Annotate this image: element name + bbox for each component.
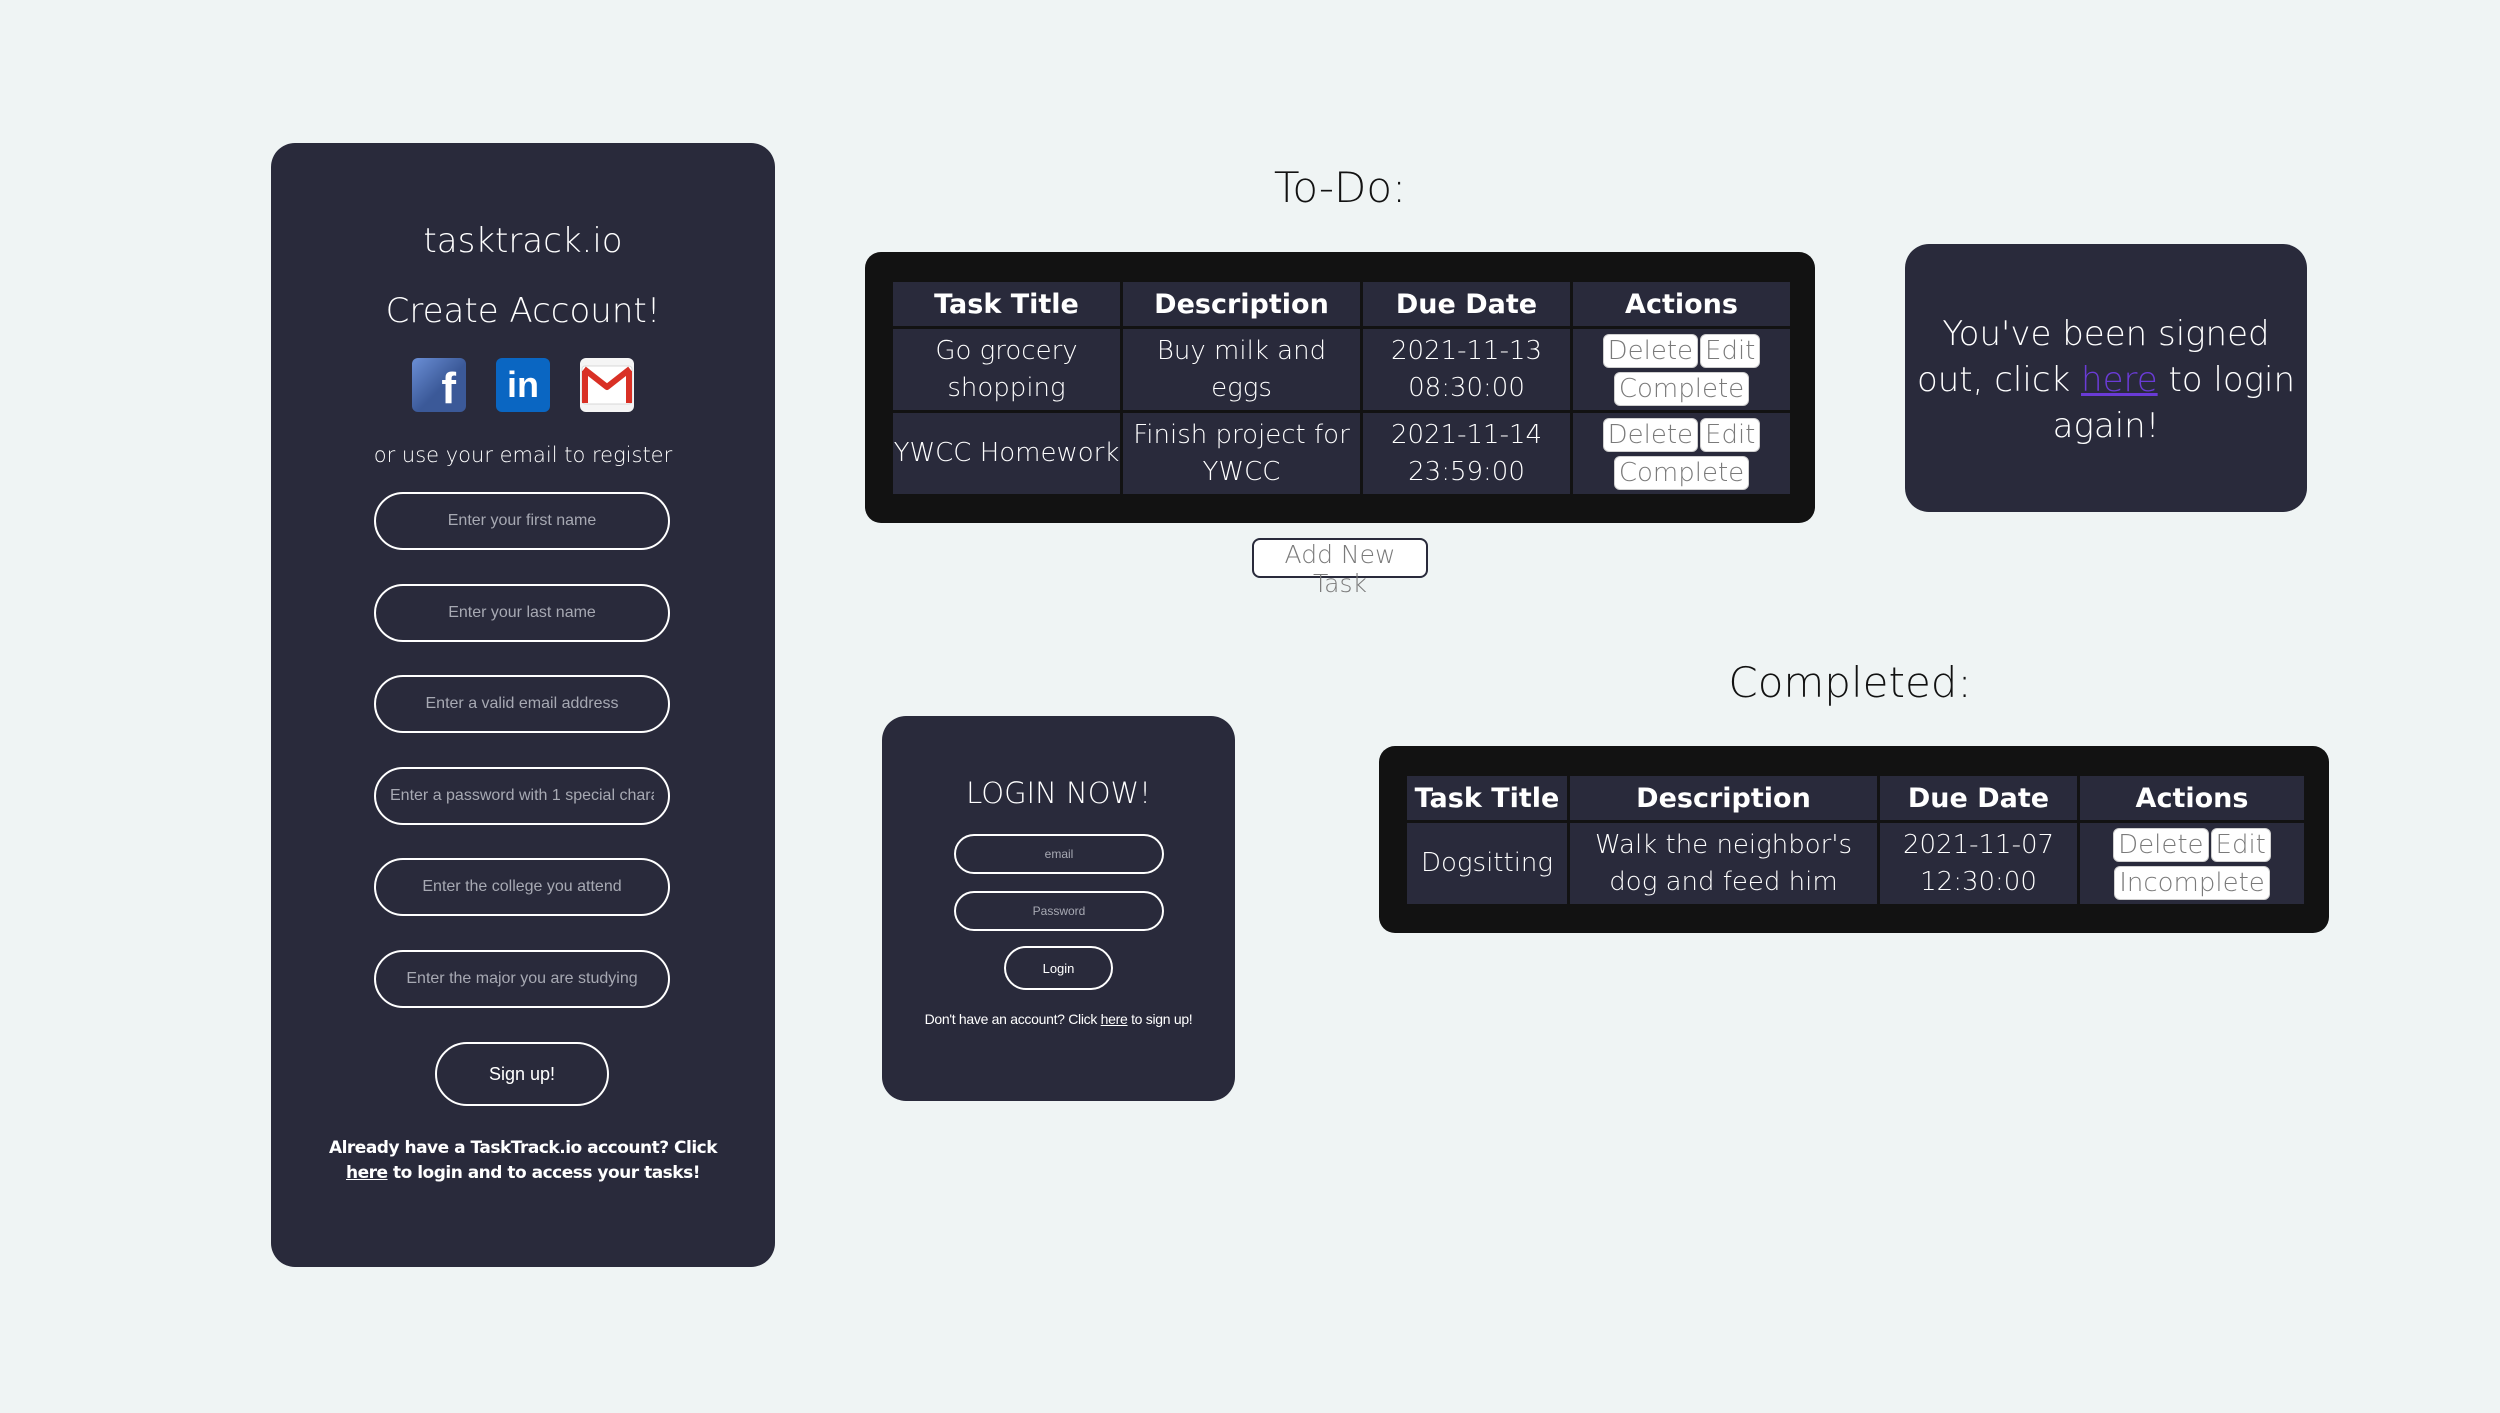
college-input[interactable] [374,858,670,916]
delete-button[interactable]: Delete [1602,417,1699,452]
task-description-cell: Buy milk and eggs [1120,326,1363,413]
due-time: 12:30:00 [1920,866,2037,897]
table-row: Dogsitting Walk the neighbor's dog and f… [1404,820,2307,907]
due-date: 2021-11-07 [1902,829,2055,860]
signed-out-card: You've been signed out, click here to lo… [1905,244,2307,512]
brand-title: tasktrack.io [423,221,623,261]
column-header: Task Title [890,279,1123,329]
already-prefix: Already have a TaskTrack.io account? Cli… [328,1138,718,1158]
task-due-date-cell: 2021-11-14 23:59:00 [1360,410,1573,497]
completed-header-row: Task Title Description Due Date Actions [1404,773,2307,823]
last-name-input[interactable] [374,584,670,642]
task-title-cell: Dogsitting [1404,820,1570,907]
linkedin-icon[interactable]: in [496,358,550,412]
column-header: Description [1120,279,1363,329]
column-header: Due Date [1360,279,1573,329]
column-header: Description [1567,773,1880,823]
edit-button[interactable]: Edit [1700,417,1761,452]
social-login-row: f in [271,358,775,413]
already-have-account-text: Already have a TaskTrack.io account? Cli… [311,1136,735,1186]
email-input[interactable] [374,675,670,733]
login-link[interactable]: here [346,1163,388,1183]
signup-card: tasktrack.io Create Account! f in or use… [271,143,775,1267]
major-input[interactable] [374,950,670,1008]
task-actions-cell: Delete Edit Incomplete [2077,820,2307,907]
edit-button[interactable]: Edit [2210,827,2271,862]
signed-out-message: You've been signed out, click here to lo… [1915,311,2297,449]
task-actions-cell: Delete Edit Complete [1570,410,1793,497]
facebook-icon[interactable]: f [412,358,466,413]
signup-prompt-prefix: Don't have an account? Click [924,1011,1101,1027]
sign-up-button[interactable]: Sign up! [435,1042,609,1106]
signup-prompt-text: Don't have an account? Click here to sig… [912,1009,1205,1030]
first-name-input[interactable] [374,492,670,550]
due-time: 08:30:00 [1408,372,1525,403]
complete-button[interactable]: Complete [1613,371,1750,406]
add-new-task-button[interactable]: Add New Task [1252,538,1428,598]
delete-button[interactable]: Delete [2113,827,2209,862]
task-due-date-cell: 2021-11-13 08:30:00 [1360,326,1573,413]
todo-header-row: Task Title Description Due Date Actions [890,279,1793,329]
gmail-icon[interactable] [580,358,634,412]
task-actions-cell: Delete Edit Complete [1570,326,1793,413]
signup-prompt-suffix: to sign up! [1127,1011,1193,1027]
edit-button[interactable]: Edit [1700,333,1761,368]
task-title-cell: Go grocery shopping [890,326,1123,413]
complete-button[interactable]: Complete [1613,455,1750,490]
incomplete-button[interactable]: Incomplete [2114,865,2270,900]
column-header: Due Date [1877,773,2080,823]
todo-table: Task Title Description Due Date Actions … [890,279,1793,497]
task-title-cell: YWCC Homework [890,410,1123,497]
todo-title: To-Do: [1273,163,1407,212]
create-account-heading: Create Account! [385,291,661,331]
already-suffix: to login and to access your tasks! [387,1163,701,1183]
completed-table: Task Title Description Due Date Actions … [1404,773,2307,907]
signup-link[interactable]: here [1101,1011,1128,1027]
login-again-link[interactable]: here [2081,360,2158,400]
table-row: YWCC Homework Finish project for YWCC 20… [890,410,1793,497]
delete-button[interactable]: Delete [1602,333,1699,368]
table-row: Go grocery shopping Buy milk and eggs 20… [890,326,1793,413]
task-description-cell: Walk the neighbor's dog and feed him [1567,820,1880,907]
column-header: Actions [2077,773,2307,823]
login-card: LOGIN NOW! Login Don't have an account? … [882,716,1235,1101]
due-date: 2021-11-14 [1390,419,1543,450]
password-input[interactable] [374,767,670,825]
register-alt-text: or use your email to register [373,443,673,467]
task-due-date-cell: 2021-11-07 12:30:00 [1877,820,2080,907]
login-password-input[interactable] [954,891,1164,931]
completed-title: Completed: [1728,658,1972,707]
column-header: Actions [1570,279,1793,329]
column-header: Task Title [1404,773,1570,823]
login-title: LOGIN NOW! [966,776,1151,810]
login-button[interactable]: Login [1004,946,1113,990]
login-email-input[interactable] [954,834,1164,874]
due-time: 23:59:00 [1408,456,1525,487]
task-description-cell: Finish project for YWCC [1120,410,1363,497]
due-date: 2021-11-13 [1390,335,1543,366]
